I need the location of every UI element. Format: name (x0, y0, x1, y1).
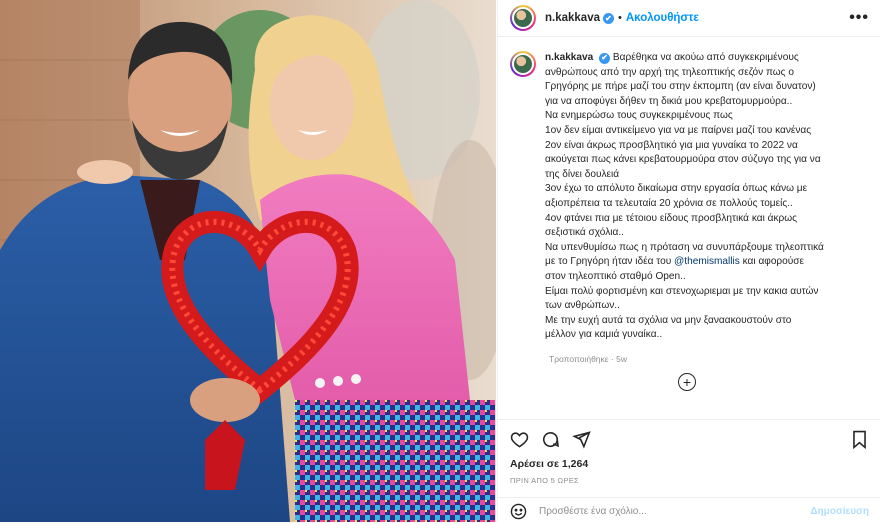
caption-text-segment: και αφορούσε (739, 256, 805, 268)
avatar[interactable] (510, 5, 536, 31)
caption-area: n.kakkava ✔ Βαρέθηκα να ακούω από συγκεκ… (498, 37, 880, 418)
verified-badge-icon: ✔ (603, 12, 614, 24)
post-detail-panel: n.kakkava ✔ • Ακολουθήστε ••• n.kakkava … (497, 0, 880, 522)
caption-line: στον τηλεοπτικό σταθμό Open.. (545, 270, 686, 282)
bookmark-icon[interactable] (850, 430, 869, 449)
caption-text: n.kakkava ✔ Βαρέθηκα να ακούω από συγκεκ… (545, 51, 843, 343)
post-photo-illustration (0, 0, 496, 522)
edited-timestamp: Τροποποιήθηκε · 5w (549, 353, 627, 364)
share-icon[interactable] (572, 430, 591, 449)
emoji-icon[interactable] (510, 503, 527, 520)
caption-line: ανθρώπους από την αρχή της τηλεοπτικής σ… (545, 66, 794, 78)
caption-line: Γρηγόρης με πήρε μαζί του στην έκπομπη (… (545, 81, 816, 93)
heart-icon[interactable] (510, 430, 529, 449)
mention-link[interactable]: @themismallis (674, 256, 740, 267)
caption-line: σεξιστικά σχόλια.. (545, 227, 624, 239)
header-username[interactable]: n.kakkava (545, 12, 600, 24)
caption-line: 1ον δεν είμαι αντικείμενο για να με παίρ… (545, 124, 812, 136)
verified-badge-icon: ✔ (599, 52, 611, 64)
plus-circle-icon[interactable]: + (678, 373, 696, 391)
post-comment-button[interactable]: Δημοσίευση (810, 506, 869, 517)
caption-body: Βαρέθηκα να ακούω από συγκεκριμένους ανθρ… (545, 52, 843, 343)
likes-count[interactable]: Αρέσει σε 1,264 (498, 458, 880, 470)
caption-line: Βαρέθηκα να ακούω από συγκεκριμένους (612, 52, 799, 63)
caption-username[interactable]: n.kakkava (545, 52, 593, 63)
caption-line: 3ον έχω το απόλυτο δικαίωμα στην εργασία… (545, 183, 808, 195)
post-header: n.kakkava ✔ • Ακολουθήστε ••• (498, 0, 880, 37)
caption-row: n.kakkava ✔ Βαρέθηκα να ακούω από συγκεκ… (510, 51, 869, 343)
caption-line: μέλλον για καμιά γυναίκα.. (545, 329, 663, 341)
caption-line: της δίνει δουλειά (545, 168, 620, 180)
comment-input[interactable]: Προσθέστε ένα σχόλιο... (539, 506, 647, 517)
separator: • (618, 12, 622, 24)
comment-icon[interactable] (541, 430, 560, 449)
caption-line: Με την ευχή αυτά τα σχόλια να μην ξαναακ… (545, 314, 792, 326)
post-time: ΠΡΙΝ ΑΠΟ 5 ΩΡΕΣ (510, 476, 579, 485)
post-photo[interactable] (0, 0, 496, 522)
follow-button[interactable]: Ακολουθήστε (626, 12, 699, 24)
caption-line: 2ον είναι άκρως προσβλητικό για μια γυνα… (545, 139, 798, 151)
caption-line: για να αποφύγει δήθεν τη δικιά μου κρεβα… (545, 95, 793, 107)
caption-line: των ανθρώπων.. (545, 300, 620, 312)
caption-line: αξιοπρέπεια τα τελευταία 20 χρόνια σε πο… (545, 197, 793, 209)
caption-text-segment: με το Γρηγόρη ήταν ιδέα του (545, 256, 675, 268)
more-options-icon[interactable]: ••• (849, 9, 869, 27)
caption-line: ακούγεται πως κάνει κρεβατουρμούρα στον … (545, 154, 821, 166)
caption-line: 4ον φτάνει πια με τέτοιου είδους προσβλη… (545, 212, 797, 224)
caption-line: Να ενημερώσω τους συγκεκριμένους πως (545, 110, 733, 122)
caption-avatar[interactable] (510, 51, 536, 77)
caption-line: με το Γρηγόρη ήταν ιδέα του @themismalli… (545, 255, 843, 270)
caption-line: Είμαι πολύ φορτισμένη και στενοχωριεμαι … (545, 285, 819, 297)
action-icons (498, 420, 880, 458)
comment-bar: Προσθέστε ένα σχόλιο... Δημοσίευση (498, 497, 880, 524)
caption-line: Να υπενθυμίσω πως η πρόταση να συνυπάρξο… (545, 241, 824, 253)
